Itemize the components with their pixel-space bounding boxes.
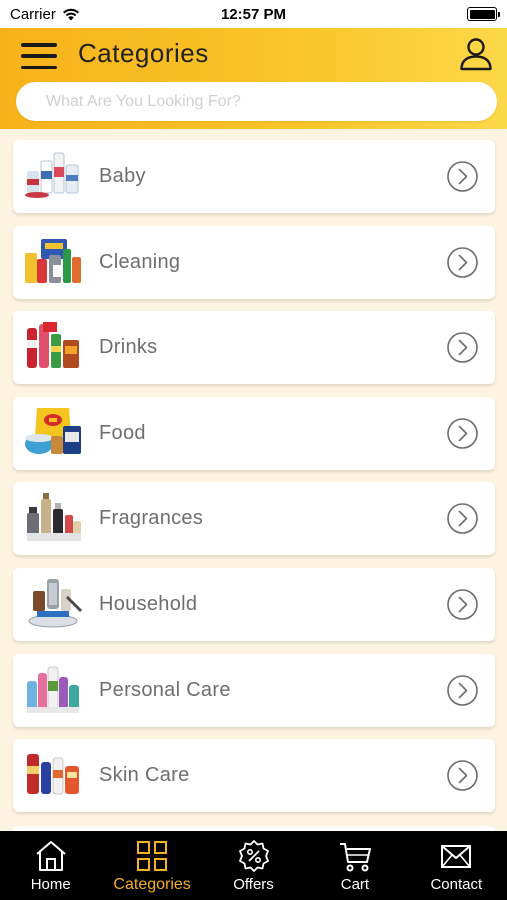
tab-cart[interactable]: Cart bbox=[304, 831, 405, 900]
skin-care-thumbnail bbox=[27, 754, 79, 795]
grid-icon bbox=[137, 841, 168, 871]
category-item-baby[interactable]: Baby bbox=[13, 140, 495, 213]
hamburger-menu-icon[interactable] bbox=[21, 43, 57, 69]
category-label: Food bbox=[99, 421, 146, 444]
category-item-drinks[interactable]: Drinks bbox=[13, 311, 495, 385]
category-item-cleaning[interactable]: Cleaning bbox=[13, 225, 495, 299]
carrier-label: Carrier bbox=[10, 5, 56, 23]
user-profile-icon[interactable] bbox=[459, 37, 493, 71]
household-thumbnail bbox=[28, 578, 83, 628]
offer-badge-icon bbox=[238, 840, 269, 872]
wifi-icon bbox=[62, 8, 79, 20]
category-label: Baby bbox=[99, 165, 146, 187]
category-label: Fragrances bbox=[99, 507, 204, 530]
chevron-right-icon[interactable] bbox=[446, 502, 479, 535]
chevron-right-icon[interactable] bbox=[446, 674, 479, 707]
category-label: Cleaning bbox=[99, 250, 181, 273]
food-thumbnail bbox=[25, 407, 81, 454]
fragrances-thumbnail bbox=[27, 493, 81, 542]
category-label: Household bbox=[99, 592, 198, 615]
category-item-household[interactable]: Household bbox=[13, 567, 495, 641]
home-icon bbox=[36, 841, 66, 871]
category-label: Skin Care bbox=[99, 764, 190, 787]
chevron-right-icon[interactable] bbox=[446, 160, 479, 193]
tab-label: Categories bbox=[113, 876, 191, 893]
cleaning-products-thumbnail bbox=[25, 238, 81, 283]
bottom-tab-bar: Home Categories Offers Cart Contact bbox=[0, 831, 507, 900]
cart-icon bbox=[339, 843, 371, 872]
tab-label: Contact bbox=[430, 876, 483, 893]
personal-care-thumbnail bbox=[27, 666, 79, 713]
baby-products-thumbnail bbox=[25, 152, 79, 198]
tab-offers[interactable]: Offers bbox=[203, 831, 304, 900]
status-bar: Carrier 12:57 PM bbox=[0, 0, 507, 28]
tab-contact[interactable]: Contact bbox=[406, 831, 507, 900]
chevron-right-icon[interactable] bbox=[446, 759, 479, 792]
category-item-skin-care[interactable]: Skin Care bbox=[13, 739, 495, 813]
drinks-thumbnail bbox=[27, 322, 79, 369]
tab-label: Cart bbox=[340, 876, 370, 893]
mail-icon bbox=[441, 845, 472, 868]
chevron-right-icon[interactable] bbox=[446, 588, 479, 621]
app-header: Categories bbox=[0, 28, 507, 129]
category-list: Baby Cleaning Drinks Food Fragrances Hou… bbox=[13, 140, 495, 825]
category-item-personal-care[interactable]: Personal Care bbox=[13, 653, 495, 727]
chevron-right-icon[interactable] bbox=[446, 417, 479, 450]
chevron-right-icon[interactable] bbox=[446, 331, 479, 364]
tab-label: Home bbox=[30, 876, 71, 893]
page-title: Categories bbox=[78, 38, 209, 68]
category-label: Personal Care bbox=[99, 678, 231, 701]
battery-icon bbox=[467, 7, 500, 21]
category-item-food[interactable]: Food bbox=[13, 396, 495, 470]
search-input[interactable] bbox=[16, 82, 497, 121]
tab-categories[interactable]: Categories bbox=[101, 831, 202, 900]
tab-home[interactable]: Home bbox=[0, 831, 101, 900]
chevron-right-icon[interactable] bbox=[446, 246, 479, 279]
tab-label: Offers bbox=[233, 876, 274, 893]
category-label: Drinks bbox=[99, 336, 158, 359]
category-item-fragrances[interactable]: Fragrances bbox=[13, 482, 495, 556]
